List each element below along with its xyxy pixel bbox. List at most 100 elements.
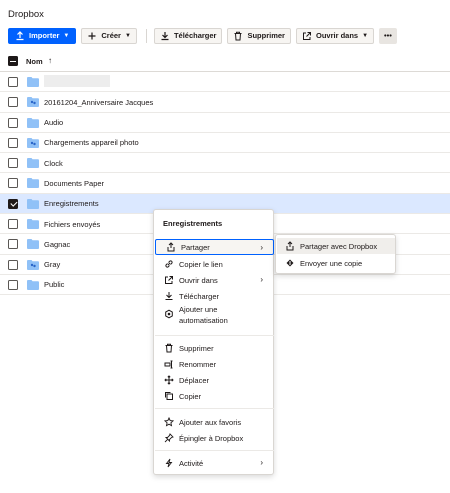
chevron-right-icon: › bbox=[260, 275, 263, 284]
automation-line-1: Ajouter une bbox=[179, 305, 218, 314]
menu-label-download: Télécharger bbox=[179, 291, 220, 301]
shared-folder-icon bbox=[27, 137, 39, 148]
row-checkbox[interactable] bbox=[8, 279, 18, 290]
file-name[interactable]: Public bbox=[44, 280, 64, 289]
table-row[interactable]: Clock bbox=[0, 153, 450, 174]
chevron-right-icon: › bbox=[260, 243, 263, 252]
chevron-down-icon: ▼ bbox=[63, 32, 70, 39]
send-copy-icon bbox=[286, 259, 294, 267]
row-checkbox[interactable] bbox=[8, 259, 18, 270]
submenu-item-share-dropbox[interactable]: Partager avec Dropbox bbox=[277, 238, 395, 254]
star-icon bbox=[164, 417, 174, 427]
menu-item-copy-link[interactable]: Copier le lien bbox=[154, 256, 273, 272]
more-icon: ••• bbox=[384, 31, 392, 40]
shared-folder-icon bbox=[27, 259, 39, 270]
plus-icon bbox=[88, 32, 96, 39]
toolbar: Importer ▼ Créer ▼ Télécharger Supprimer… bbox=[8, 27, 402, 44]
menu-label-pin: Épingler à Dropbox bbox=[179, 433, 244, 443]
move-icon bbox=[164, 375, 174, 385]
name-column-header[interactable]: Nom bbox=[26, 57, 43, 66]
file-name[interactable]: 20161204_Anniversaire Jacques bbox=[44, 98, 153, 107]
external-link-icon bbox=[165, 276, 173, 284]
table-row[interactable]: Documents Paper bbox=[0, 173, 450, 194]
table-row[interactable]: Chargements appareil photo bbox=[0, 133, 450, 154]
menu-label-delete: Supprimer bbox=[179, 343, 214, 353]
share-icon bbox=[286, 241, 294, 251]
submenu-item-send-copy[interactable]: Envoyer une copie bbox=[277, 255, 395, 271]
file-name[interactable]: Fichiers envoyés bbox=[44, 220, 100, 229]
automation-icon bbox=[165, 309, 173, 319]
sort-ascending-icon[interactable]: ↑ bbox=[48, 56, 52, 65]
more-actions-button[interactable]: ••• bbox=[379, 27, 397, 44]
download-icon bbox=[161, 31, 169, 40]
delete-button[interactable]: Supprimer bbox=[227, 27, 291, 44]
folder-icon bbox=[27, 219, 39, 230]
context-menu: Enregistrements Partager › Copier le lie… bbox=[153, 209, 274, 475]
trash-icon bbox=[234, 31, 242, 40]
file-name[interactable]: Clock bbox=[44, 159, 63, 168]
menu-item-move[interactable]: Déplacer bbox=[154, 372, 273, 388]
folder-icon bbox=[27, 198, 39, 209]
upload-icon bbox=[16, 30, 24, 40]
folder-icon bbox=[27, 117, 39, 128]
external-link-icon bbox=[302, 31, 311, 40]
menu-label-share: Partager bbox=[181, 242, 210, 252]
download-button[interactable]: Télécharger bbox=[153, 27, 223, 44]
automation-line-2: automatisation bbox=[179, 315, 228, 325]
row-checkbox[interactable] bbox=[8, 117, 18, 128]
folder-icon bbox=[27, 158, 39, 169]
menu-item-activity[interactable]: Activité › bbox=[154, 455, 273, 471]
menu-item-delete[interactable]: Supprimer bbox=[154, 340, 273, 356]
row-checkbox[interactable] bbox=[8, 77, 18, 87]
menu-label-copy-link: Copier le lien bbox=[179, 259, 223, 269]
menu-label-automation: Ajouter une automatisation bbox=[179, 305, 228, 326]
menu-item-share[interactable]: Partager › bbox=[155, 239, 274, 255]
submenu-label-send-copy: Envoyer une copie bbox=[300, 258, 363, 268]
activity-icon bbox=[165, 458, 173, 468]
file-name[interactable]: Gagnac bbox=[44, 240, 70, 249]
file-name[interactable]: Documents Paper bbox=[44, 179, 104, 188]
submenu-label-share-dropbox: Partager avec Dropbox bbox=[300, 241, 378, 251]
open-in-label: Ouvrir dans bbox=[315, 31, 359, 40]
menu-item-add-automation[interactable]: Ajouter une automatisation bbox=[154, 305, 273, 329]
row-checkbox[interactable] bbox=[8, 198, 18, 209]
file-name[interactable]: Enregistrements bbox=[44, 199, 99, 208]
import-label: Importer bbox=[29, 31, 60, 40]
pin-icon bbox=[164, 433, 174, 443]
open-in-button[interactable]: Ouvrir dans ▼ bbox=[295, 27, 375, 44]
select-all-checkbox[interactable] bbox=[8, 56, 18, 66]
row-checkbox[interactable] bbox=[8, 219, 18, 230]
delete-label: Supprimer bbox=[247, 31, 285, 40]
import-button[interactable]: Importer ▼ bbox=[8, 27, 77, 44]
menu-item-copy[interactable]: Copier bbox=[154, 388, 273, 404]
shared-folder-icon bbox=[27, 97, 39, 108]
menu-item-pin[interactable]: Épingler à Dropbox bbox=[154, 430, 273, 446]
menu-item-open-in[interactable]: Ouvrir dans › bbox=[154, 272, 273, 288]
trash-icon bbox=[165, 343, 173, 353]
file-name[interactable]: Gray bbox=[44, 260, 60, 269]
table-row[interactable]: 20161204_Anniversaire Jacques bbox=[0, 92, 450, 113]
table-row[interactable] bbox=[0, 72, 450, 93]
folder-icon bbox=[27, 239, 39, 250]
file-name[interactable]: Audio bbox=[44, 118, 63, 127]
row-checkbox[interactable] bbox=[8, 97, 18, 108]
redacted-file-name bbox=[44, 75, 110, 87]
menu-item-add-favorites[interactable]: Ajouter aux favoris bbox=[154, 414, 273, 430]
menu-label-add-favorites: Ajouter aux favoris bbox=[179, 417, 242, 427]
row-checkbox[interactable] bbox=[8, 178, 18, 189]
table-row[interactable]: Audio bbox=[0, 113, 450, 133]
copy-icon bbox=[165, 392, 173, 400]
row-checkbox[interactable] bbox=[8, 239, 18, 250]
menu-label-copy: Copier bbox=[179, 391, 202, 401]
share-submenu: Partager avec Dropbox Envoyer une copie bbox=[275, 234, 396, 274]
toolbar-divider bbox=[145, 28, 147, 43]
row-checkbox[interactable] bbox=[8, 158, 18, 169]
menu-divider bbox=[155, 450, 274, 451]
create-button[interactable]: Créer ▼ bbox=[81, 27, 137, 44]
menu-item-rename[interactable]: Renommer bbox=[154, 356, 273, 372]
row-checkbox[interactable] bbox=[8, 137, 18, 148]
file-name[interactable]: Chargements appareil photo bbox=[44, 138, 139, 147]
share-icon bbox=[167, 242, 175, 252]
menu-item-download[interactable]: Télécharger bbox=[154, 288, 273, 304]
chevron-right-icon: › bbox=[260, 458, 263, 467]
